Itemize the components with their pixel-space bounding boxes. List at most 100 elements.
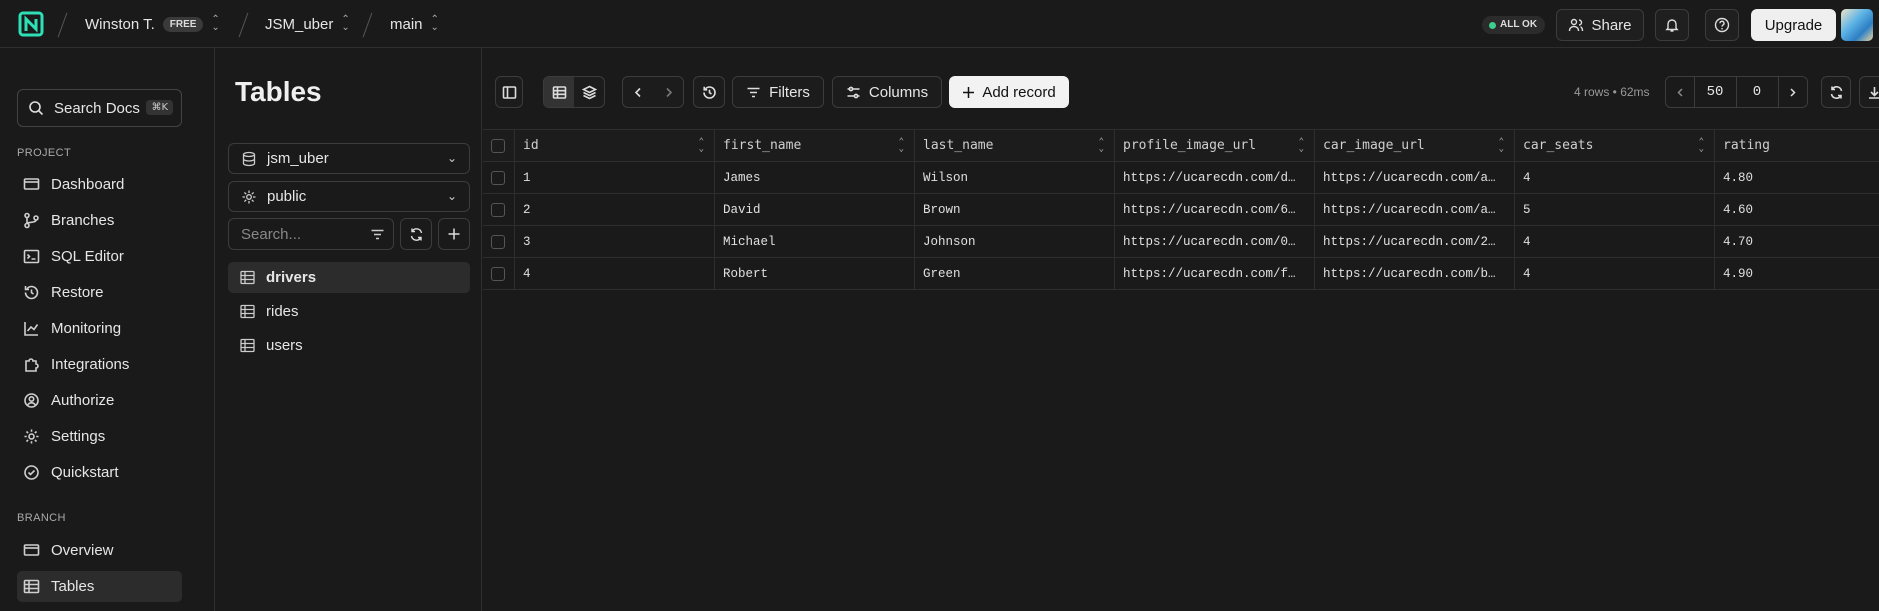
row-checkbox-cell[interactable]: [483, 162, 515, 194]
table-cell-car-image-url[interactable]: https://ucarecdn.com/a…: [1315, 194, 1515, 226]
branch-switcher[interactable]: main ⌃ ⌄: [390, 14, 439, 34]
export-button[interactable]: [1859, 76, 1879, 108]
sidebar-item-integrations[interactable]: Integrations: [17, 349, 182, 380]
sort-icon[interactable]: ⌃ ⌄: [699, 138, 704, 154]
select-all-checkbox[interactable]: [491, 138, 505, 153]
table-cell-profile-image-url[interactable]: https://ucarecdn.com/6…: [1115, 194, 1315, 226]
table-search-input[interactable]: Search...: [228, 218, 394, 250]
column-header-car-seats[interactable]: car_seats ⌃ ⌄: [1515, 130, 1715, 162]
notifications-button[interactable]: [1655, 9, 1689, 41]
table-cell-car-seats[interactable]: 4: [1515, 162, 1715, 194]
table-cell-rating[interactable]: 4.80: [1715, 162, 1879, 194]
table-cell-car-seats[interactable]: 4: [1515, 258, 1715, 290]
avatar[interactable]: [1841, 9, 1873, 41]
table-cell-last-name[interactable]: Johnson: [915, 226, 1115, 258]
table-cell-profile-image-url[interactable]: https://ucarecdn.com/0…: [1115, 226, 1315, 258]
prev-page-button[interactable]: [1665, 76, 1695, 108]
row-checkbox-cell[interactable]: [483, 258, 515, 290]
sidebar-item-authorize[interactable]: Authorize: [17, 385, 182, 416]
next-page-button[interactable]: [1778, 76, 1808, 108]
table-cell-car-seats[interactable]: 5: [1515, 194, 1715, 226]
row-checkbox[interactable]: [491, 170, 505, 185]
table-cell-profile-image-url[interactable]: https://ucarecdn.com/d…: [1115, 162, 1315, 194]
sidebar-item-monitoring[interactable]: Monitoring: [17, 313, 182, 344]
chevron-right-icon: [665, 87, 672, 97]
neon-logo-icon[interactable]: [18, 11, 44, 37]
column-header-profile-image-url[interactable]: profile_image_url ⌃ ⌄: [1115, 130, 1315, 162]
filters-button[interactable]: Filters: [732, 76, 824, 108]
table-cell-car-image-url[interactable]: https://ucarecdn.com/2…: [1315, 226, 1515, 258]
project-section-label: PROJECT: [17, 147, 72, 159]
table-cell-first-name[interactable]: Robert: [715, 258, 915, 290]
sort-icon[interactable]: ⌃ ⌄: [1699, 138, 1704, 154]
table-item-drivers[interactable]: drivers: [228, 262, 470, 293]
schema-view-button[interactable]: [574, 77, 604, 107]
table-cell-rating[interactable]: 4.70: [1715, 226, 1879, 258]
table-item-rides[interactable]: rides: [228, 296, 470, 327]
help-button[interactable]: [1705, 9, 1739, 41]
sidebar-item-sql-editor[interactable]: SQL Editor: [17, 241, 182, 272]
add-record-button[interactable]: Add record: [949, 76, 1069, 108]
forward-button[interactable]: [653, 77, 683, 107]
column-header-last-name[interactable]: last_name ⌃ ⌄: [915, 130, 1115, 162]
table-cell-id[interactable]: 4: [515, 258, 715, 290]
columns-button[interactable]: Columns: [832, 76, 942, 108]
dashboard-icon: [23, 178, 40, 190]
row-checkbox[interactable]: [491, 266, 505, 281]
table-cell-profile-image-url[interactable]: https://ucarecdn.com/f…: [1115, 258, 1315, 290]
sidebar-item-branches[interactable]: Branches: [17, 205, 182, 236]
table-cell-rating[interactable]: 4.90: [1715, 258, 1879, 290]
refresh-button[interactable]: [1821, 76, 1851, 108]
table-cell-last-name[interactable]: Wilson: [915, 162, 1115, 194]
back-button[interactable]: [623, 77, 653, 107]
sort-icon[interactable]: ⌃ ⌄: [899, 138, 904, 154]
row-checkbox-cell[interactable]: [483, 226, 515, 258]
sidebar-item-overview[interactable]: Overview: [17, 535, 182, 566]
column-header-id[interactable]: id ⌃ ⌄: [515, 130, 715, 162]
column-header-car-image-url[interactable]: car_image_url ⌃ ⌄: [1315, 130, 1515, 162]
database-select[interactable]: jsm_uber ⌄: [228, 143, 470, 174]
table-cell-last-name[interactable]: Green: [915, 258, 1115, 290]
refresh-tables-button[interactable]: [400, 218, 432, 250]
table-cell-id[interactable]: 1: [515, 162, 715, 194]
sidebar-item-tables[interactable]: Tables: [17, 571, 182, 602]
sidebar-item-dashboard[interactable]: Dashboard: [17, 169, 182, 200]
sort-icon[interactable]: ⌃ ⌄: [1499, 138, 1504, 154]
table-cell-first-name[interactable]: David: [715, 194, 915, 226]
sidebar-item-settings[interactable]: Settings: [17, 421, 182, 452]
org-switcher[interactable]: Winston T. FREE ⌃ ⌄: [85, 14, 220, 34]
sidebar-item-restore[interactable]: Restore: [17, 277, 182, 308]
table-cell-car-image-url[interactable]: https://ucarecdn.com/b…: [1315, 258, 1515, 290]
table-cell-car-image-url[interactable]: https://ucarecdn.com/a…: [1315, 162, 1515, 194]
table-cell-rating[interactable]: 4.60: [1715, 194, 1879, 226]
table-cell-first-name[interactable]: Michael: [715, 226, 915, 258]
share-button[interactable]: Share: [1556, 9, 1644, 41]
table-cell-first-name[interactable]: James: [715, 162, 915, 194]
upgrade-button[interactable]: Upgrade: [1751, 9, 1836, 41]
page-size-input[interactable]: 50: [1694, 76, 1737, 108]
row-checkbox[interactable]: [491, 202, 505, 217]
filter-icon[interactable]: [370, 227, 385, 242]
project-switcher[interactable]: JSM_uber ⌃ ⌄: [265, 14, 350, 34]
history-button[interactable]: [693, 76, 725, 108]
row-checkbox[interactable]: [491, 234, 505, 249]
select-all-checkbox-cell[interactable]: [483, 130, 515, 162]
table-cell-id[interactable]: 2: [515, 194, 715, 226]
sort-icon[interactable]: ⌃ ⌄: [1099, 138, 1104, 154]
grid-view-button[interactable]: [544, 77, 574, 107]
status-badge[interactable]: ALL OK: [1482, 16, 1546, 34]
table-item-users[interactable]: users: [228, 330, 470, 361]
sort-icon[interactable]: ⌃ ⌄: [1299, 138, 1304, 154]
column-header-rating[interactable]: rating: [1715, 130, 1879, 162]
toggle-sidebar-button[interactable]: [495, 76, 523, 108]
table-cell-car-seats[interactable]: 4: [1515, 226, 1715, 258]
search-docs-button[interactable]: Search Docs ⌘K: [17, 89, 182, 127]
offset-input[interactable]: 0: [1736, 76, 1779, 108]
add-table-button[interactable]: [438, 218, 470, 250]
column-header-first-name[interactable]: first_name ⌃ ⌄: [715, 130, 915, 162]
table-cell-id[interactable]: 3: [515, 226, 715, 258]
row-checkbox-cell[interactable]: [483, 194, 515, 226]
schema-select[interactable]: public ⌄: [228, 181, 470, 212]
table-cell-last-name[interactable]: Brown: [915, 194, 1115, 226]
sidebar-item-quickstart[interactable]: Quickstart: [17, 457, 182, 488]
